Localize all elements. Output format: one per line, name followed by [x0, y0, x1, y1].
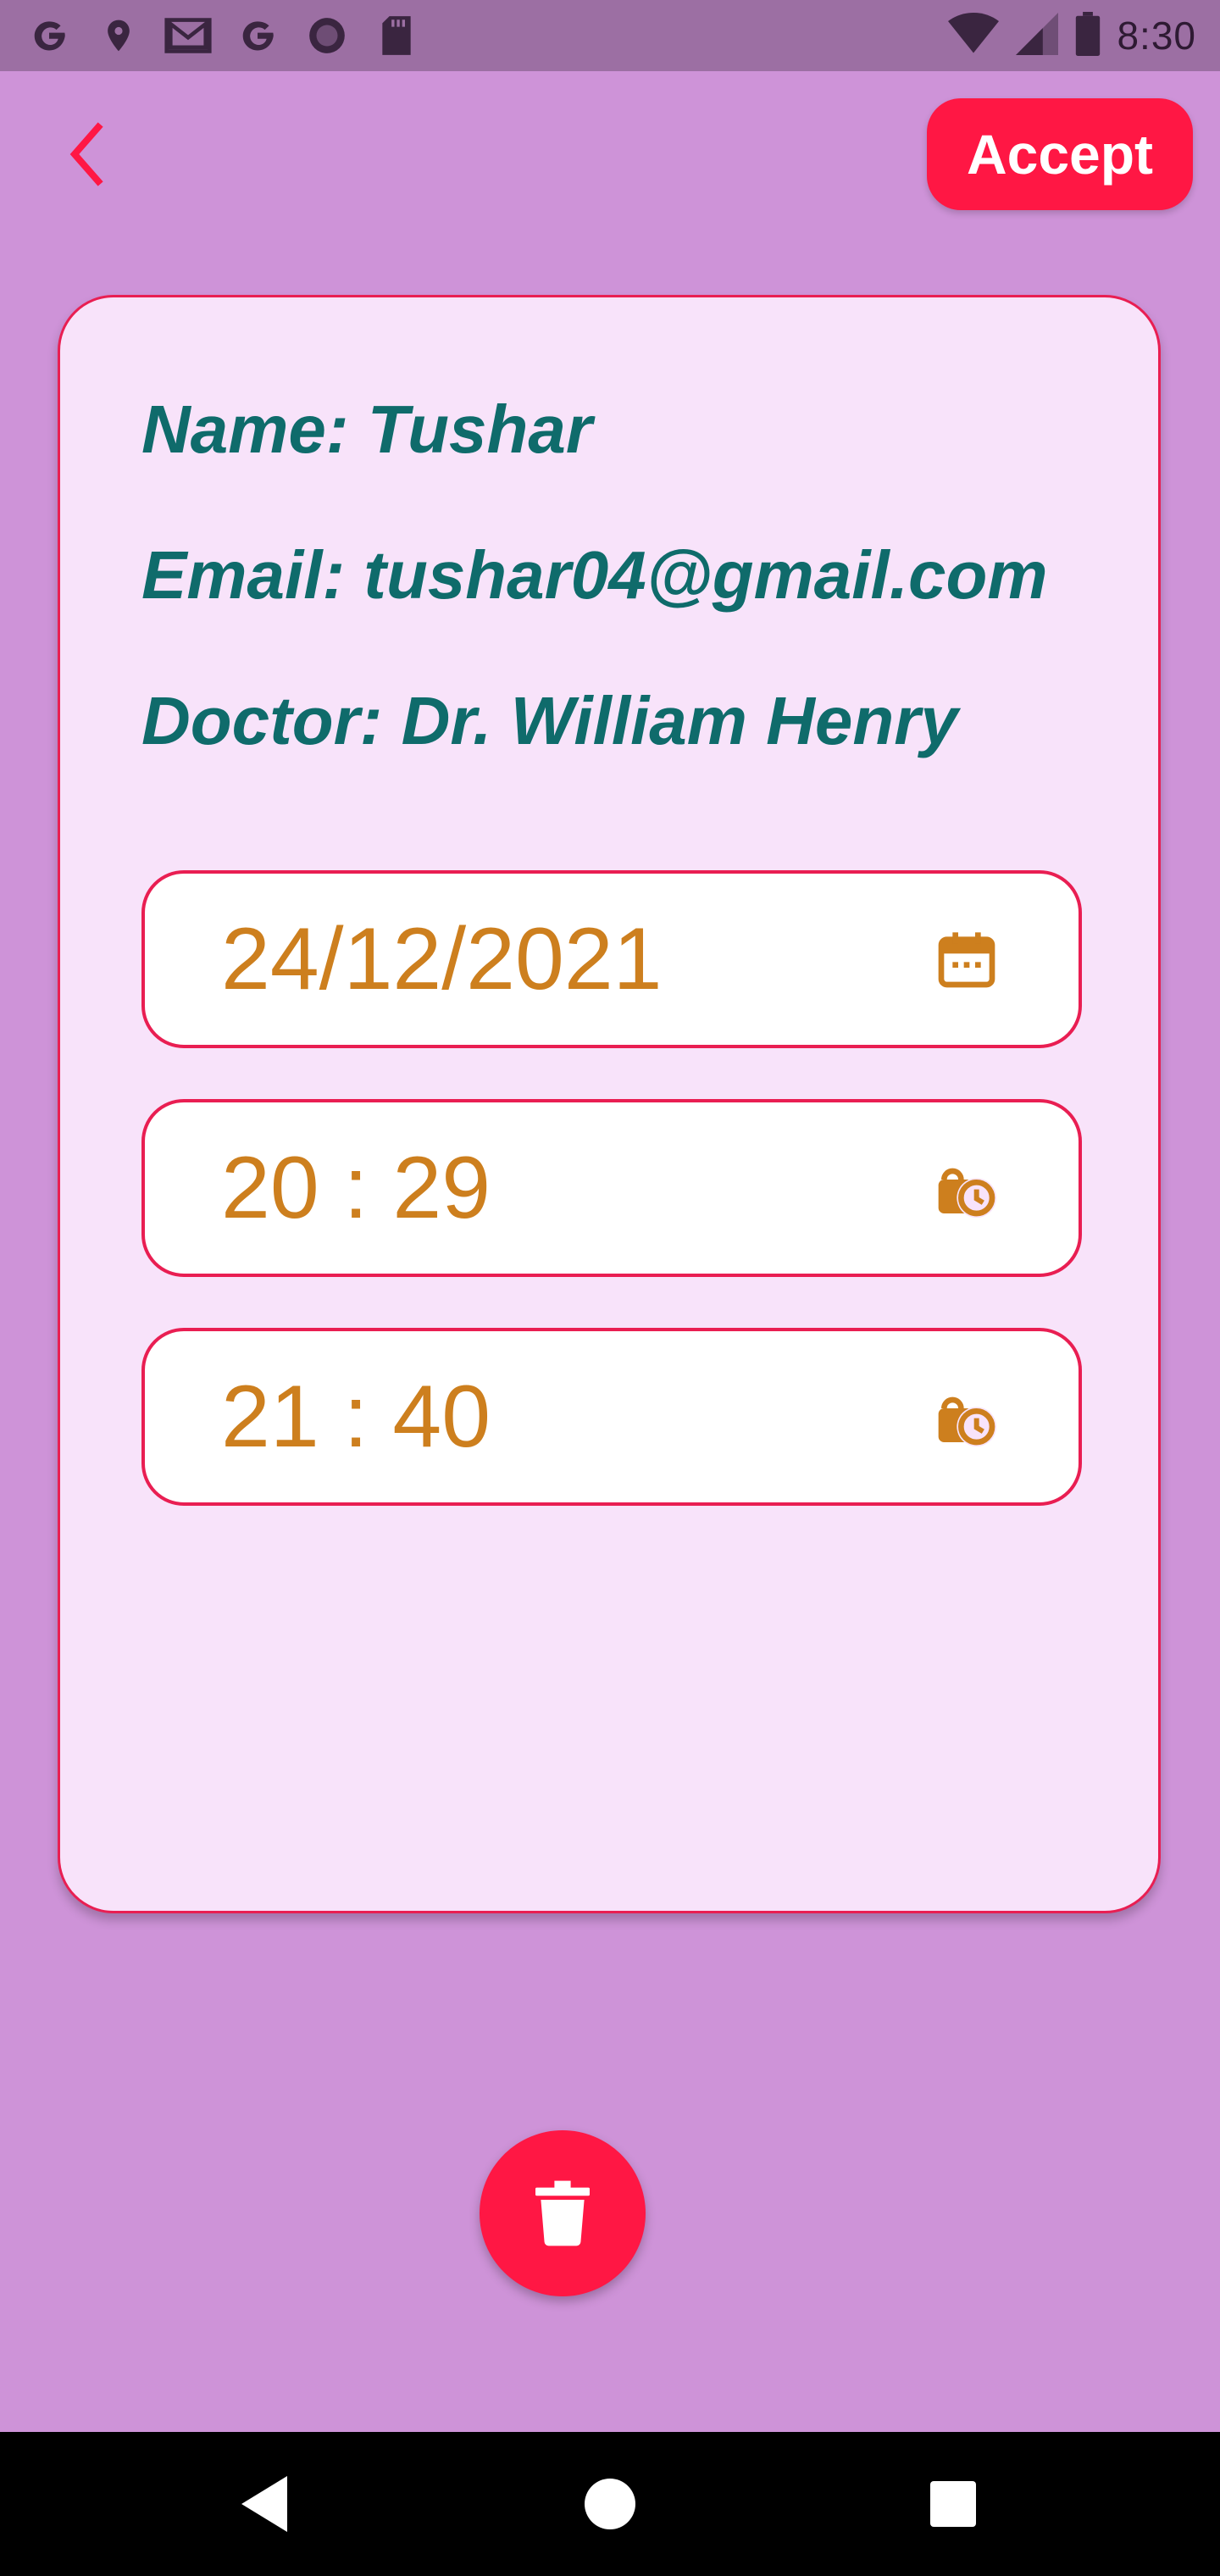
- sd-card-icon: [373, 12, 420, 59]
- chevron-left-icon: [69, 122, 103, 186]
- navigation-bar: [0, 2432, 1220, 2576]
- wifi-icon: [947, 12, 1000, 59]
- clock-lock-icon[interactable]: [933, 1154, 1001, 1222]
- location-icon: [95, 12, 142, 59]
- signal-icon: [1015, 12, 1059, 59]
- appointment-card: Name: Tushar Email: tushar04@gmail.com D…: [58, 295, 1161, 1913]
- doctor-name: Doctor: Dr. William Henry: [141, 683, 958, 758]
- clock-lock-icon[interactable]: [933, 1383, 1001, 1451]
- status-time: 8:30: [1117, 14, 1196, 58]
- patient-email: Email: tushar04@gmail.com: [141, 537, 1048, 613]
- status-system-icons: 8:30: [947, 11, 1196, 60]
- back-button[interactable]: [51, 119, 122, 190]
- gmail-icon: [164, 12, 212, 59]
- start-time-field[interactable]: 20 : 29: [141, 1099, 1082, 1277]
- delete-button[interactable]: [480, 2130, 646, 2296]
- status-notification-icons: [25, 12, 420, 59]
- date-field[interactable]: 24/12/2021: [141, 870, 1082, 1048]
- nav-home-icon: [585, 2479, 635, 2529]
- end-time-value: 21 : 40: [221, 1367, 491, 1466]
- calendar-icon[interactable]: [933, 925, 1001, 993]
- nav-recents-icon: [930, 2481, 976, 2527]
- circle-app-icon: [303, 12, 351, 59]
- google-icon: [234, 12, 281, 59]
- date-value: 24/12/2021: [221, 909, 663, 1008]
- end-time-field[interactable]: 21 : 40: [141, 1328, 1082, 1506]
- start-time-value: 20 : 29: [221, 1138, 491, 1237]
- nav-recents-button[interactable]: [915, 2466, 991, 2542]
- trash-icon: [535, 2180, 590, 2246]
- battery-icon: [1074, 11, 1101, 60]
- google-icon: [25, 12, 73, 59]
- status-bar: 8:30: [0, 0, 1220, 71]
- nav-back-icon: [241, 2476, 287, 2532]
- nav-home-button[interactable]: [572, 2466, 648, 2542]
- patient-name: Name: Tushar: [141, 391, 593, 467]
- accept-button[interactable]: Accept: [927, 98, 1193, 210]
- nav-back-button[interactable]: [229, 2466, 305, 2542]
